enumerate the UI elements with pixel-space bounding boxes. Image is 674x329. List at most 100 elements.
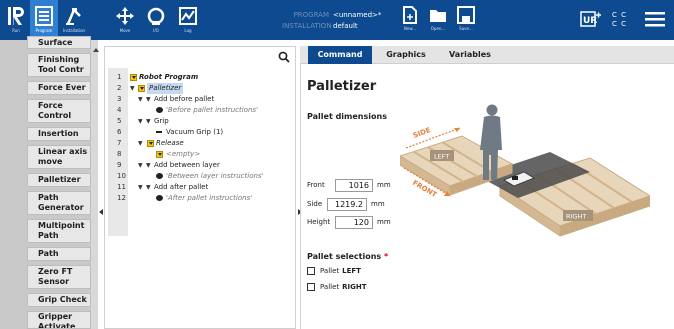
top-bar: Run Program Installation Move I/O Log PR… [0,0,674,40]
line-number: 10 [117,172,126,180]
height-input[interactable] [335,215,373,229]
expand-arrow-icon[interactable]: ▼ [138,138,143,149]
required-mark: * [383,252,389,261]
pallet-left-option[interactable]: Pallet LEFT [307,266,361,276]
side-label: Side [307,200,323,208]
program-info: PROGRAM <unnamed>* INSTALLATION default [282,10,392,32]
tab-variables[interactable]: Variables [440,46,500,64]
height-dimension-row: Height mm [307,215,391,229]
sidebar-item-path-generator[interactable]: Path Generator [27,191,91,215]
tree-row-add-before-pallet[interactable]: 3 ▼ ▼ Add before pallet [108,94,296,105]
expand-arrow-icon[interactable]: ▼ [138,94,143,105]
open-button[interactable]: Open... [424,0,452,40]
sidebar-item-zero-ft-sensor[interactable]: Zero FT Sensor [27,265,91,289]
pallet-prefix: Pallet [320,283,340,291]
sidebar-scrollbar[interactable] [91,40,98,329]
pallet-left-checkbox[interactable] [307,267,315,275]
sidebar-item-find-surface[interactable]: Find Surface [27,36,91,49]
tree-node-label: Add between layer [154,161,220,169]
sidebar-item-palletizer[interactable]: Palletizer [27,173,91,187]
tree-node-label: 'After pallet instructions' [166,194,253,202]
tree-row-palletizer[interactable]: 2 ▼ Palletizer [108,83,296,94]
line-number: 12 [117,194,126,202]
tree-row-after-pallet-comment[interactable]: 12 'After pallet instructions' [108,193,296,204]
sidebar-item-grip-check[interactable]: Grip Check [27,293,91,307]
pallet-selections-heading: Pallet selections * [307,252,388,261]
save-button[interactable]: Save... [452,0,480,40]
collapse-left-arrow-icon[interactable] [99,209,103,215]
expand-arrow-icon[interactable]: ▼ [138,116,143,127]
sidebar-item-path[interactable]: Path [27,247,91,261]
save-label: Save... [459,26,473,31]
node-arrow-icon: ▼ [146,184,151,191]
tree-row-add-after-pallet[interactable]: 11 ▼ ▼ Add after pallet [108,182,296,193]
tree-node-label: Add after pallet [154,183,209,191]
program-list-icon [35,6,53,26]
log-chart-icon [179,7,197,25]
installation-name: default [333,22,358,30]
expand-arrow-icon[interactable]: ▼ [130,83,135,94]
pallet-right-checkbox[interactable] [307,283,315,291]
program-key: PROGRAM [293,11,329,19]
front-unit: mm [377,181,391,189]
line-number: 11 [117,183,126,191]
flag-icon [156,151,163,158]
tree-row-empty[interactable]: 8 <empty> [108,149,296,160]
tab-graphics[interactable]: Graphics [378,46,434,64]
run-button[interactable]: Run [2,0,30,40]
expand-arrow-icon[interactable]: ▼ [138,160,143,171]
node-arrow-icon: ▼ [146,162,151,169]
program-name: <unnamed>* [333,11,382,19]
installation-key: INSTALLATION [282,22,332,30]
tree-row-add-between-layer[interactable]: 9 ▼ ▼ Add between layer [108,160,296,171]
log-button[interactable]: Log [174,0,202,40]
sidebar-item-force-ever[interactable]: Force Ever [27,81,91,95]
io-gauge-icon [147,7,165,25]
height-label: Height [307,218,331,226]
pallet-selections-label: Pallet selections [307,252,382,261]
node-arrow-icon: ▼ [146,118,151,125]
new-button[interactable]: New... [396,0,424,40]
pallet-right-option[interactable]: Pallet RIGHT [307,282,367,292]
program-tab-button[interactable]: Program [30,0,58,40]
speed-line-2: C C [612,20,628,28]
hamburger-menu-button[interactable] [645,11,665,31]
tree-row-grip[interactable]: 5 ▼ ▼ Grip [108,116,296,127]
tree-search-button[interactable] [278,48,290,67]
pallet-dimensions-heading: Pallet dimensions [307,112,387,121]
ur-plus-icon: UR [580,11,601,27]
sidebar-item-multipoint-path[interactable]: Multipoint Path [27,219,91,243]
side-unit: mm [371,200,385,208]
side-input[interactable] [327,197,367,211]
sidebar-item-finishing-tool[interactable]: Finishing Tool Contr [27,53,91,77]
move-arrows-icon [116,7,134,25]
tree-node-label: Release [156,139,184,147]
move-button[interactable]: Move [111,0,139,40]
tree-node-label: 'Before pallet instructions' [166,106,259,114]
side-label: SIDE [412,126,432,140]
expand-arrow-icon[interactable]: ▼ [138,182,143,193]
tree-row-robot-program[interactable]: 1 Robot Program [108,72,296,83]
tree-node-label: Vacuum Grip (1) [166,128,224,136]
ur-plus-button[interactable]: UR [580,11,602,31]
io-button[interactable]: I/O [142,0,170,40]
sidebar-item-force-control[interactable]: Force Control [27,99,91,123]
tree-row-vacuum-grip[interactable]: 6 Vacuum Grip (1) [108,127,296,138]
speed-indicator[interactable]: C C C C [612,11,627,29]
sidebar-item-insertion[interactable]: Insertion [27,127,91,141]
new-label: New... [403,26,417,31]
sidebar-item-linear-axis-move[interactable]: Linear axis move [27,145,91,169]
tree-row-between-layer-comment[interactable]: 10 'Between layer instructions' [108,171,296,182]
front-input[interactable] [335,178,373,192]
node-arrow-icon: ▼ [146,96,151,103]
tree-row-release[interactable]: 7 ▼ Release [108,138,296,149]
scroll-up-arrow-icon[interactable] [93,48,99,52]
right-tag: RIGHT [566,213,586,221]
tree-node-label: Robot Program [139,73,199,81]
installation-button[interactable]: Installation [60,0,88,40]
ur-logo-icon [8,7,24,25]
tab-command[interactable]: Command [308,46,372,64]
move-label: Move [119,28,131,33]
tree-row-before-pallet-comment[interactable]: 4 'Before pallet instructions' [108,105,296,116]
sidebar-item-gripper-activate[interactable]: Gripper Activate [27,311,91,329]
